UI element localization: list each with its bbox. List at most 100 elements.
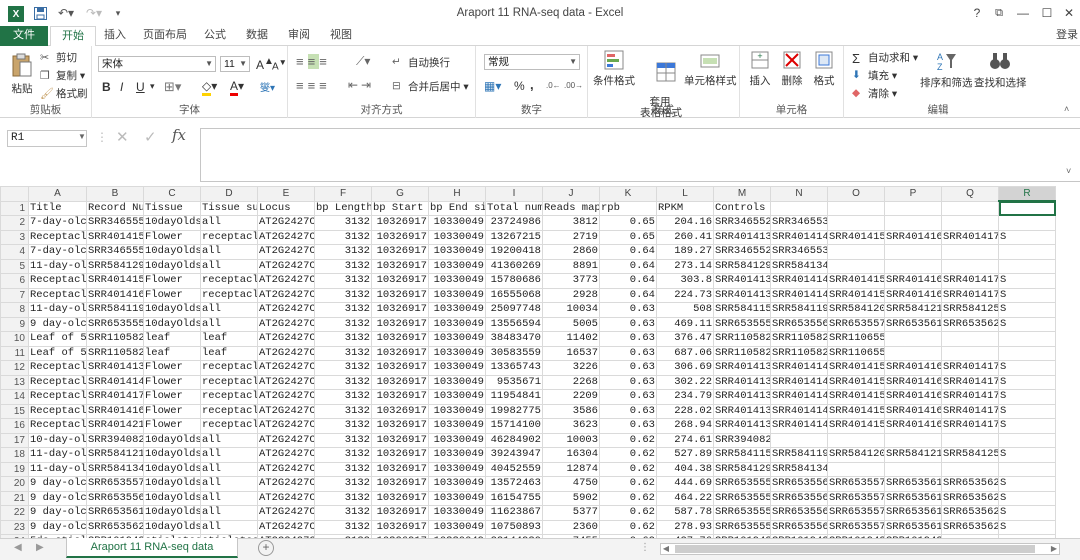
tab-data[interactable]: 数据: [240, 26, 274, 46]
cell[interactable]: 2360: [542, 519, 600, 535]
cell[interactable]: 10330049: [428, 345, 486, 361]
cell[interactable]: SRR401414,: [770, 287, 828, 303]
cell[interactable]: [998, 345, 1056, 361]
clear-button[interactable]: ◆ 清除 ▾: [852, 86, 897, 101]
prev-sheet-icon[interactable]: ◀: [14, 542, 22, 553]
cell-styles-button[interactable]: 单元格样式: [684, 50, 737, 88]
cell[interactable]: 10330049: [428, 505, 486, 521]
cell[interactable]: 7-day-olc: [28, 244, 87, 260]
cell[interactable]: 10330049: [428, 316, 486, 332]
cell[interactable]: SRR584125,: [941, 447, 999, 463]
cell[interactable]: SRR401417: [86, 389, 144, 405]
font-size-select[interactable]: 11 ▼: [220, 56, 250, 72]
increase-decimal-icon[interactable]: .0←: [546, 81, 561, 90]
column-header[interactable]: F: [314, 186, 372, 202]
cell[interactable]: 16555068: [485, 287, 543, 303]
row-header[interactable]: 8: [0, 302, 29, 318]
cell[interactable]: 10330049: [428, 287, 486, 303]
cell[interactable]: SRR401417,: [941, 229, 999, 245]
cell[interactable]: 0.63: [599, 418, 657, 434]
cell[interactable]: leaf: [200, 331, 258, 347]
cell[interactable]: 12874: [542, 461, 600, 477]
row-header[interactable]: 6: [0, 273, 29, 289]
wrap-text-button[interactable]: ↵ 自动换行: [392, 55, 450, 70]
cell[interactable]: 10dayOlds: [143, 447, 201, 463]
cell[interactable]: 9 day-olc: [28, 505, 87, 521]
name-box[interactable]: R1: [7, 130, 87, 147]
cell[interactable]: all: [200, 490, 258, 506]
cell[interactable]: 9 day-olc: [28, 316, 87, 332]
fill-color-icon[interactable]: ◇▾: [202, 79, 217, 96]
cell[interactable]: all: [200, 316, 258, 332]
horizontal-align-icons[interactable]: ≡≡≡: [296, 78, 331, 93]
cell[interactable]: [827, 200, 885, 216]
cell[interactable]: SRR1105823,: [770, 345, 828, 361]
cell[interactable]: SRR401416,: [884, 403, 942, 419]
cell[interactable]: SRR653556,: [770, 476, 828, 492]
cell[interactable]: SRR401413,: [713, 374, 771, 390]
cell[interactable]: Reads map: [542, 200, 600, 216]
shrink-font-button[interactable]: A▼: [272, 57, 287, 72]
row-header[interactable]: 18: [0, 447, 29, 463]
cell[interactable]: 10034: [542, 302, 600, 318]
cell[interactable]: S: [998, 360, 1056, 376]
cell[interactable]: 3132: [314, 316, 372, 332]
cell[interactable]: leaf: [143, 345, 201, 361]
cell[interactable]: SRR401413,: [713, 273, 771, 289]
cell[interactable]: 10326917: [371, 345, 429, 361]
cell[interactable]: SRR653562: [86, 519, 144, 535]
cell[interactable]: 469.11: [656, 316, 714, 332]
column-header[interactable]: N: [770, 186, 828, 202]
cell[interactable]: S: [998, 287, 1056, 303]
font-name-select[interactable]: 宋体 ▼: [98, 56, 216, 72]
cell[interactable]: 0.63: [599, 374, 657, 390]
cell[interactable]: SRR653556: [86, 490, 144, 506]
cell[interactable]: 30583559: [485, 345, 543, 361]
cell[interactable]: SRR346555: [86, 215, 144, 231]
cell[interactable]: 15714100: [485, 418, 543, 434]
cell[interactable]: AT2G2427C: [257, 505, 315, 521]
cell[interactable]: [998, 244, 1056, 260]
cell[interactable]: SRR653557,: [827, 505, 885, 521]
row-header[interactable]: 2: [0, 215, 29, 231]
cell[interactable]: [941, 215, 999, 231]
cell[interactable]: 10326917: [371, 258, 429, 274]
cell[interactable]: S: [998, 374, 1056, 390]
cell[interactable]: 2860: [542, 244, 600, 260]
cell[interactable]: AT2G2427C: [257, 403, 315, 419]
cell[interactable]: SRR401417,: [941, 360, 999, 376]
cell[interactable]: SRR394082: [86, 432, 144, 448]
row-header[interactable]: 20: [0, 476, 29, 492]
cell[interactable]: [884, 258, 942, 274]
cell[interactable]: 228.02: [656, 403, 714, 419]
row-header[interactable]: 15: [0, 403, 29, 419]
cell[interactable]: 10326917: [371, 389, 429, 405]
cell[interactable]: 10326917: [371, 374, 429, 390]
cell[interactable]: SRR401415,: [827, 374, 885, 390]
cell[interactable]: 10330049: [428, 389, 486, 405]
cell[interactable]: [884, 215, 942, 231]
cell[interactable]: 10326917: [371, 476, 429, 492]
column-header[interactable]: D: [200, 186, 258, 202]
cell[interactable]: SRR401413,: [713, 389, 771, 405]
cell[interactable]: S: [998, 447, 1056, 463]
cell[interactable]: 3132: [314, 331, 372, 347]
cell[interactable]: 10dayOlds: [143, 215, 201, 231]
cell[interactable]: [770, 432, 828, 448]
cell[interactable]: SRR653556,: [770, 505, 828, 521]
cell[interactable]: 10330049: [428, 360, 486, 376]
cell[interactable]: SRR584120,: [827, 302, 885, 318]
cell[interactable]: 3132: [314, 374, 372, 390]
cell[interactable]: SRR653561,: [884, 519, 942, 535]
cell[interactable]: Total num: [485, 200, 543, 216]
cell[interactable]: 10326917: [371, 302, 429, 318]
cell[interactable]: SRR584129,: [713, 258, 771, 274]
horizontal-scrollbar[interactable]: ◀ ▶: [660, 543, 1060, 555]
cell[interactable]: 13365743: [485, 360, 543, 376]
cell[interactable]: [998, 331, 1056, 347]
cell[interactable]: Flower: [143, 360, 201, 376]
cut-button[interactable]: ✂ 剪切: [40, 50, 77, 65]
italic-button[interactable]: I: [120, 80, 123, 94]
cell[interactable]: SRR401417,: [941, 389, 999, 405]
row-header[interactable]: 21: [0, 490, 29, 506]
